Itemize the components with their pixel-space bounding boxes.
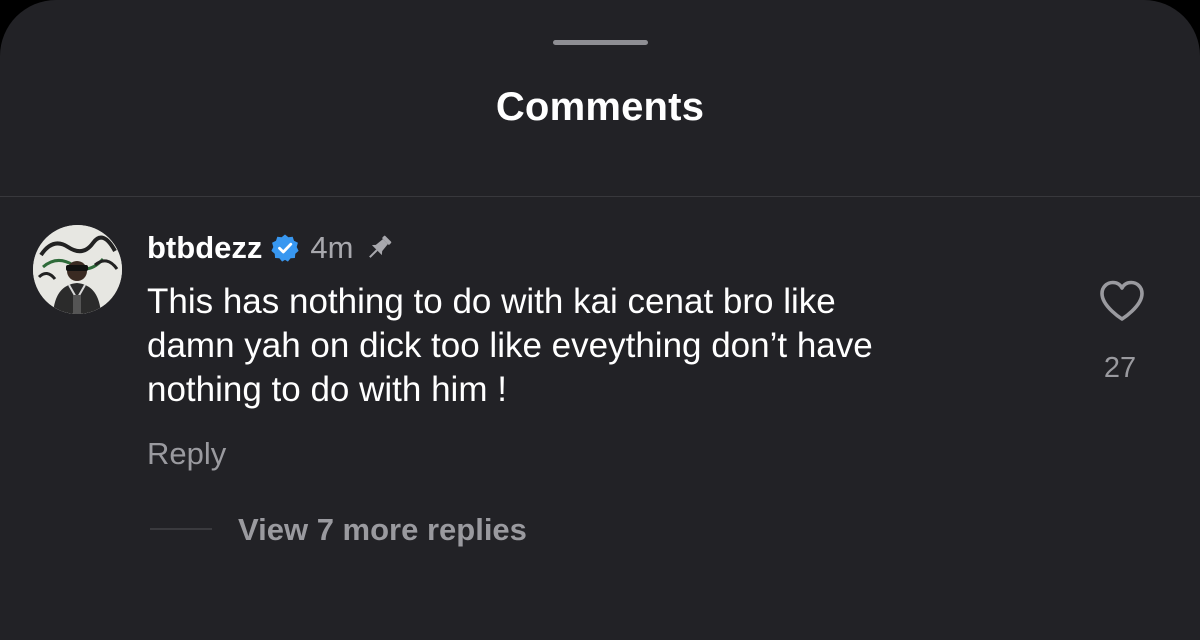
comment-line: This has nothing to do with kai cenat br… — [147, 282, 836, 321]
drag-handle[interactable] — [553, 40, 648, 45]
heart-outline-icon[interactable] — [1098, 278, 1146, 324]
comment-line: nothing to do with him ! — [147, 370, 507, 409]
comment-line: damn yah on dick too like eveything don’… — [147, 326, 873, 365]
comments-sheet: Comments btbdezz 4m This has nothing to … — [0, 0, 1200, 640]
view-more-replies-button[interactable]: View 7 more replies — [238, 510, 527, 550]
timestamp: 4m — [310, 230, 354, 265]
replies-divider-line — [150, 528, 212, 530]
verified-badge-icon — [270, 233, 300, 263]
pin-icon — [363, 232, 395, 264]
like-count: 27 — [1103, 352, 1137, 384]
comment-header: btbdezz 4m — [147, 225, 395, 271]
reply-button[interactable]: Reply — [147, 434, 226, 474]
sheet-title: Comments — [495, 85, 705, 129]
username[interactable]: btbdezz — [147, 230, 262, 266]
comment-text: This has nothing to do with kai cenat br… — [147, 280, 1047, 412]
avatar[interactable] — [33, 225, 122, 314]
header-divider — [0, 196, 1200, 197]
